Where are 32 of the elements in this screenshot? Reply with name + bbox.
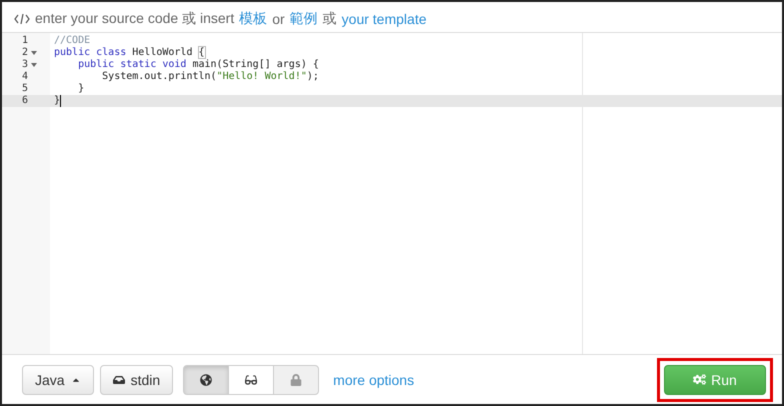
globe-icon	[200, 374, 212, 386]
header-text: enter your source code 或 insert	[35, 10, 234, 28]
run-button[interactable]: Run	[664, 364, 766, 394]
inbox-icon	[112, 374, 125, 386]
template-link[interactable]: 模板	[239, 10, 268, 28]
header-text: 或	[322, 10, 337, 28]
line-number: 1	[20, 35, 28, 47]
fold-caret-icon[interactable]	[31, 63, 37, 67]
line-number: 2	[20, 47, 28, 59]
code-line: public static void main(String[] args) {	[77, 59, 320, 71]
code-line: //CODE	[53, 35, 92, 47]
code-icon	[14, 14, 30, 24]
code-editor[interactable]: 1 2 3 4 5 6 //CODE public class HelloWorld { public static void main(String[] args) { System.out.println("Hello! World!"); } }	[2, 33, 782, 354]
more-options-link[interactable]: more options	[333, 372, 414, 388]
line-number: 5	[20, 83, 28, 95]
template-link[interactable]: 範例	[290, 10, 318, 28]
line-number: 4	[20, 71, 28, 83]
code-line: System.out.println("Hello! World!");	[101, 71, 320, 83]
template-link[interactable]: your template	[342, 11, 426, 27]
glasses-icon	[245, 374, 258, 386]
code-line: public class HelloWorld {	[53, 47, 206, 59]
lock-icon	[290, 374, 302, 386]
gears-icon	[693, 373, 706, 386]
line-number: 6	[20, 95, 28, 107]
language-dropdown[interactable]: Java	[22, 364, 94, 394]
fold-caret-icon[interactable]	[31, 51, 37, 55]
header-text: or	[272, 11, 285, 27]
globe-toggle-button[interactable]	[183, 364, 230, 394]
stdin-button[interactable]: stdin	[100, 364, 174, 394]
line-number: 3	[20, 59, 28, 71]
code-line: }	[77, 83, 86, 95]
glasses-toggle-button[interactable]	[228, 364, 274, 394]
